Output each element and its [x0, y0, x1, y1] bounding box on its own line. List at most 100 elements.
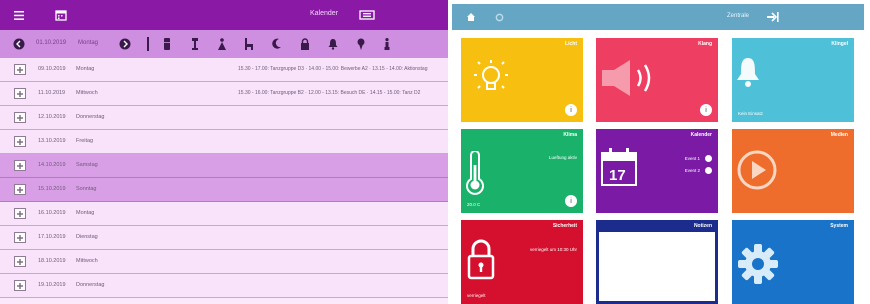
calendar-toolbar: 01.10.2019 Montag [0, 30, 448, 58]
list-item[interactable]: 16.10.2019 Montag [0, 202, 448, 226]
expand-icon[interactable] [14, 256, 26, 267]
tile-label: Kalender [690, 132, 712, 138]
tile-status: verriegelt um 10:30 Uhr [529, 247, 577, 252]
tile-kalender[interactable]: Kalender 17 Event 1 Event 2 [596, 129, 718, 213]
expand-icon[interactable] [14, 64, 26, 75]
event-dot [705, 167, 712, 174]
row-day: Mittwoch [76, 258, 98, 264]
notes-area[interactable] [599, 232, 715, 301]
tile-licht[interactable]: Licht i [461, 38, 583, 122]
row-day: Montag [76, 210, 95, 216]
event-label: Event 2 [684, 168, 700, 173]
info-button[interactable]: i [700, 104, 712, 116]
lock-icon [467, 239, 495, 280]
row-day: Sonntag [76, 186, 97, 192]
person-icon[interactable] [215, 37, 229, 51]
fridge-icon[interactable] [160, 37, 174, 51]
settings-icon[interactable] [492, 10, 506, 24]
dashboard-topbar: Zentrale [452, 4, 864, 30]
toolbar-divider [146, 37, 150, 51]
row-date: 19.10.2019 [38, 282, 66, 288]
expand-icon[interactable] [14, 88, 26, 99]
tile-system[interactable]: System [732, 220, 854, 304]
info-button[interactable]: i [565, 195, 577, 207]
list-item[interactable]: 14.10.2019 Samstag [0, 154, 448, 178]
expand-icon[interactable] [14, 160, 26, 171]
expand-icon[interactable] [14, 232, 26, 243]
list-item[interactable]: 11.10.2019 Mittwoch 15.30 - 16.00: Tanzg… [0, 82, 448, 106]
tile-label: Klingel [831, 41, 848, 47]
tile-temperature: 20.0 C [467, 202, 481, 207]
toolbar-day: Montag [78, 40, 99, 46]
expand-icon[interactable] [14, 136, 26, 147]
row-info: 15.30 - 16.00: Tanzgruppe B2 · 12.00 - 1… [238, 90, 421, 96]
prev-arrow-icon[interactable] [12, 37, 26, 51]
page-title: Zentrale [727, 13, 750, 19]
tile-sicherheit[interactable]: Sicherheit verriegelt um 10:30 Uhr verri… [461, 220, 583, 304]
tile-medien[interactable]: Medien [732, 129, 854, 213]
row-day: Freitag [76, 138, 94, 144]
next-arrow-icon[interactable] [118, 37, 132, 51]
list-item[interactable]: 12.10.2019 Donnerstag [0, 106, 448, 130]
row-date: 15.10.2019 [38, 186, 66, 192]
row-date: 16.10.2019 [38, 210, 66, 216]
list-item[interactable]: 17.10.2019 Dienstag [0, 226, 448, 250]
bell-icon[interactable] [326, 37, 340, 51]
row-date: 13.10.2019 [38, 138, 66, 144]
person-standing-icon[interactable] [380, 37, 394, 51]
speaker-icon [602, 60, 651, 96]
row-date: 09.10.2019 [38, 66, 66, 72]
tile-label: System [830, 223, 848, 229]
list-item[interactable]: 13.10.2019 Freitag [0, 130, 448, 154]
expand-icon[interactable] [14, 184, 26, 195]
list-item[interactable]: 18.10.2019 Mittwoch [0, 250, 448, 274]
tile-label: Klang [698, 41, 712, 47]
tile-label: Licht [565, 41, 577, 47]
tile-klima[interactable]: Klima Lueftung aktiv 20.0 C i [461, 129, 583, 213]
tile-lock-state: verriegelt [467, 293, 486, 298]
expand-icon[interactable] [14, 112, 26, 123]
list-item[interactable]: 15.10.2019 Sonntag [0, 178, 448, 202]
calendar-list: 09.10.2019 Montag 15.30 - 17.00: Tanzgru… [0, 58, 448, 298]
row-day: Montag [76, 66, 95, 72]
row-date: 11.10.2019 [38, 90, 66, 96]
lock-icon[interactable] [298, 37, 312, 51]
list-item[interactable]: 09.10.2019 Montag 15.30 - 17.00: Tanzgru… [0, 58, 448, 82]
tile-klang[interactable]: Klang i [596, 38, 718, 122]
tile-status: Kein Einsatz [738, 111, 764, 116]
row-day: Dienstag [76, 234, 98, 240]
chair-icon[interactable] [242, 37, 256, 51]
toolbar-date: 01.10.2019 [36, 40, 67, 46]
event-dot [705, 155, 712, 162]
tile-klingel[interactable]: Klingel Kein Einsatz [732, 38, 854, 122]
calendar-topbar: Kalender [0, 0, 448, 30]
tile-status: Lueftung aktiv [548, 155, 577, 160]
row-date: 12.10.2019 [38, 114, 66, 120]
play-icon [737, 150, 777, 190]
dashboard-panel: Zentrale Licht i Klang i Klingel Kein Ei… [452, 0, 870, 304]
expand-icon[interactable] [14, 280, 26, 291]
calendar-icon[interactable] [54, 8, 68, 22]
tile-notizen[interactable]: Notizen [596, 220, 718, 304]
logout-icon[interactable] [766, 10, 780, 24]
tile-label: Notizen [693, 223, 712, 229]
row-date: 14.10.2019 [38, 162, 66, 168]
tile-grid: Licht i Klang i Klingel Kein Einsatz Kli… [452, 30, 870, 304]
row-date: 18.10.2019 [38, 258, 66, 264]
row-day: Donnerstag [76, 114, 105, 120]
home-icon[interactable] [464, 10, 478, 24]
lightbulb-icon [474, 60, 508, 90]
sensor-icon[interactable] [188, 37, 202, 51]
moon-icon[interactable] [270, 37, 284, 51]
list-item[interactable]: 19.10.2019 Donnerstag [0, 274, 448, 298]
tile-label: Klima [563, 132, 577, 138]
row-date: 17.10.2019 [38, 234, 66, 240]
row-info: 15.30 - 17.00: Tanzgruppe D3 · 14.00 - 1… [238, 66, 428, 72]
pin-icon[interactable] [354, 37, 368, 51]
expand-icon[interactable] [14, 208, 26, 219]
tile-label: Sicherheit [552, 223, 577, 229]
window-icon[interactable] [358, 8, 376, 22]
thermometer-icon [466, 151, 484, 195]
info-button[interactable]: i [565, 104, 577, 116]
menu-icon[interactable] [12, 8, 26, 22]
